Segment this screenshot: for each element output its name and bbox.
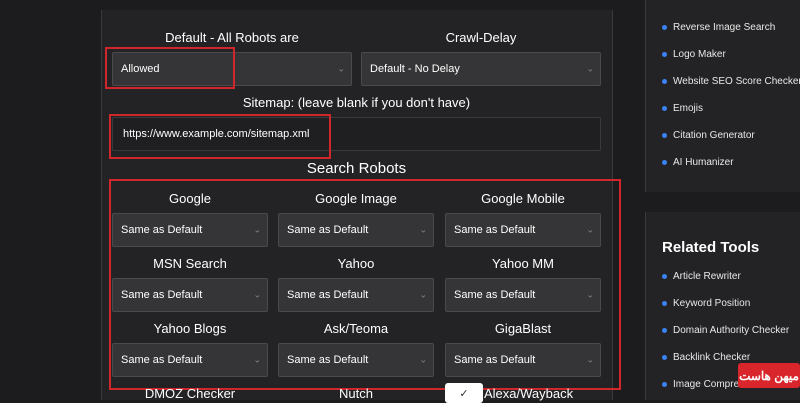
chevron-down-icon: ⌄ [253, 289, 261, 300]
sidebar-item[interactable]: Article Rewriter [662, 271, 741, 282]
robot-label: Google Mobile [481, 191, 565, 206]
robot-label: Alexa/Wayback [484, 386, 574, 401]
default-robots-select[interactable]: Allowed ⌄ [112, 52, 352, 86]
bullet-icon [662, 355, 667, 360]
check-icon: ✓ [459, 387, 469, 400]
crawl-delay-select[interactable]: Default - No Delay ⌄ [361, 52, 601, 86]
search-robots-title: Search Robots [306, 160, 407, 177]
robot-label: Google [169, 191, 211, 206]
chevron-down-icon: ⌄ [586, 63, 594, 74]
robot-select-yahoo-mm[interactable]: Same as Default ⌄ [445, 278, 601, 312]
sidebar-item[interactable]: Keyword Position [662, 298, 750, 309]
checkbox[interactable]: ✓ [445, 383, 483, 403]
sitemap-label: Sitemap: (leave blank if you don't have) [242, 95, 471, 110]
robot-select-google-image[interactable]: Same as Default ⌄ [278, 213, 434, 247]
bullet-icon [662, 133, 667, 138]
chevron-down-icon: ⌄ [419, 224, 427, 235]
robot-label: Yahoo Blogs [153, 321, 227, 336]
bullet-icon [662, 52, 667, 57]
bullet-icon [662, 79, 667, 84]
bullet-icon [662, 301, 667, 306]
robot-label: MSN Search [153, 256, 227, 271]
default-robots-label: Default - All Robots are [165, 30, 299, 45]
sidebar-item[interactable]: Emojis [662, 103, 703, 114]
chevron-down-icon: ⌄ [586, 289, 594, 300]
robot-select-google-mobile[interactable]: Same as Default ⌄ [445, 213, 601, 247]
sitemap-input[interactable]: https://www.example.com/sitemap.xml [112, 117, 601, 151]
chevron-down-icon: ⌄ [253, 354, 261, 365]
robot-label: DMOZ Checker [144, 386, 236, 401]
sidebar-tools-card: Reverse Image Search Logo Maker Website … [645, 0, 800, 192]
robot-select-gigablast[interactable]: Same as Default ⌄ [445, 343, 601, 377]
robot-select-google[interactable]: Same as Default ⌄ [112, 213, 268, 247]
chevron-down-icon: ⌄ [586, 354, 594, 365]
bullet-icon [662, 160, 667, 165]
bullet-icon [662, 382, 667, 387]
sidebar-item[interactable]: AI Humanizer [662, 157, 734, 168]
sidebar-item[interactable]: Domain Authority Checker [662, 325, 789, 336]
watermark-logo: میهن هاست [738, 363, 800, 388]
sidebar-item[interactable]: Website SEO Score Checker [662, 76, 800, 87]
chevron-down-icon: ⌄ [253, 224, 261, 235]
sidebar-item[interactable]: Backlink Checker [662, 352, 750, 363]
robot-select-ask-teoma[interactable]: Same as Default ⌄ [278, 343, 434, 377]
robot-label: GigaBlast [494, 321, 552, 336]
chevron-down-icon: ⌄ [337, 63, 345, 74]
chevron-down-icon: ⌄ [586, 224, 594, 235]
bullet-icon [662, 106, 667, 111]
robot-label: Nutch [339, 386, 373, 401]
related-tools-heading: Related Tools [662, 239, 760, 256]
robot-label: Ask/Teoma [323, 321, 389, 336]
sidebar-item[interactable]: Reverse Image Search [662, 22, 775, 33]
bullet-icon [662, 328, 667, 333]
robot-select-msn[interactable]: Same as Default ⌄ [112, 278, 268, 312]
chevron-down-icon: ⌄ [419, 289, 427, 300]
bullet-icon [662, 274, 667, 279]
robot-select-yahoo[interactable]: Same as Default ⌄ [278, 278, 434, 312]
robot-select-yahoo-blogs[interactable]: Same as Default ⌄ [112, 343, 268, 377]
robot-label: Google Image [315, 191, 397, 206]
bullet-icon [662, 25, 667, 30]
sidebar-item[interactable]: Logo Maker [662, 49, 726, 60]
crawl-delay-label: Crawl-Delay [445, 30, 517, 45]
sidebar-item[interactable]: Citation Generator [662, 130, 755, 141]
chevron-down-icon: ⌄ [419, 354, 427, 365]
robot-label: Yahoo [337, 256, 375, 271]
robot-label: Yahoo MM [492, 256, 554, 271]
